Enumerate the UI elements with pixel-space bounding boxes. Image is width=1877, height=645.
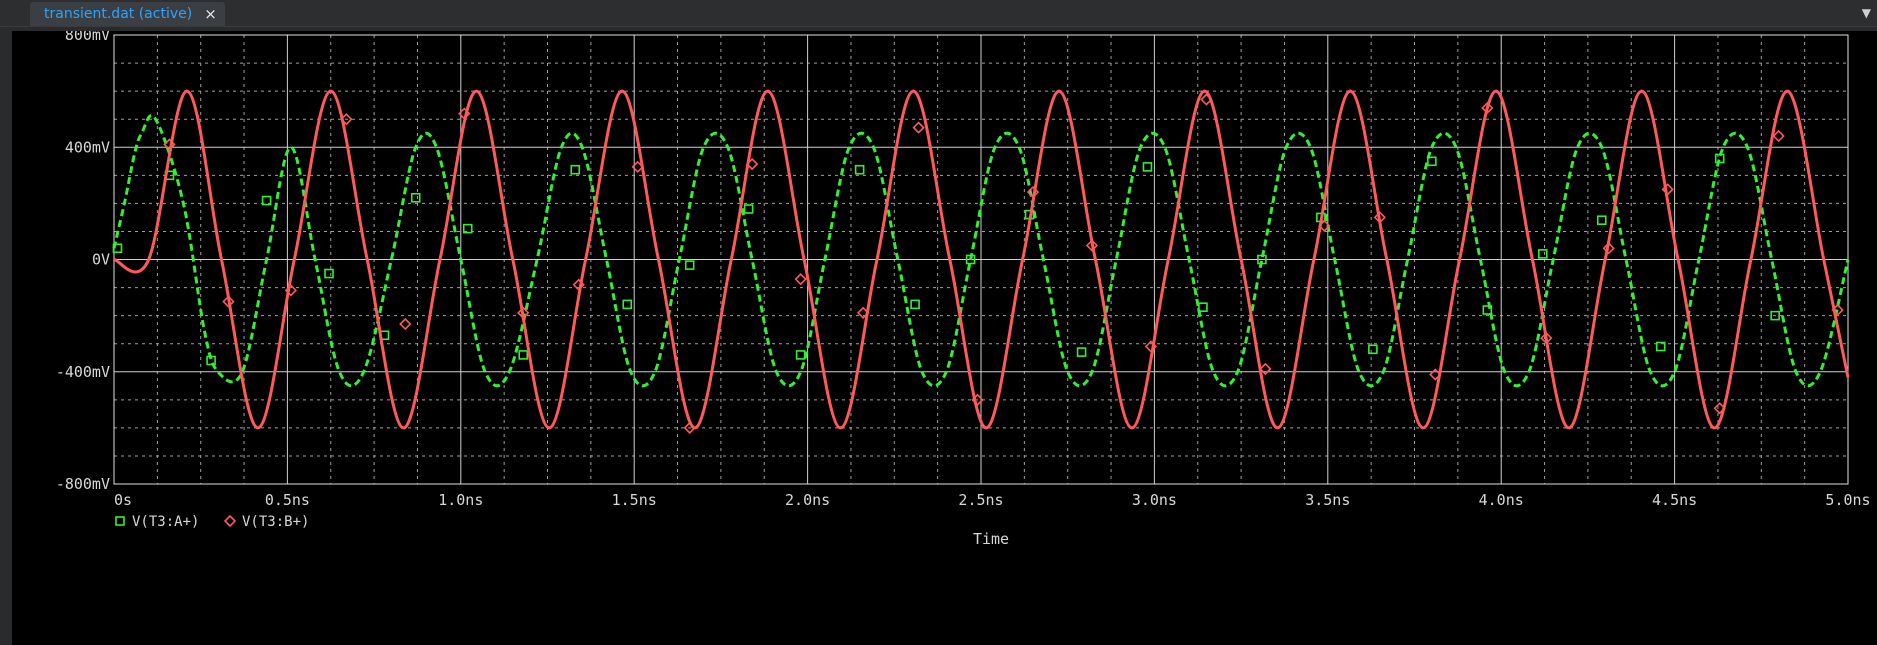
- series-marker-b: [399, 317, 412, 331]
- series-marker-a: [1076, 347, 1087, 357]
- x-tick-label: 1.0ns: [438, 491, 483, 509]
- tab-bar: transient.dat (active) × ▼: [0, 0, 1877, 27]
- series-marker-a: [410, 192, 421, 203]
- legend-marker-b: [223, 514, 237, 528]
- x-tick-label: 1.5ns: [612, 491, 657, 509]
- legend-marker-a: [115, 516, 125, 526]
- x-tick-label: 3.0ns: [1132, 491, 1177, 509]
- series-marker-a: [570, 164, 581, 175]
- series-marker-a: [743, 204, 754, 214]
- tab-transient-dat[interactable]: transient.dat (active) ×: [30, 2, 225, 26]
- series-marker-a: [1538, 249, 1548, 259]
- y-tick-label: -400mV: [56, 363, 110, 381]
- x-axis-label: Time: [973, 530, 1009, 548]
- series-marker-a: [684, 260, 695, 270]
- y-tick-label: 400mV: [65, 138, 110, 156]
- series-marker-a: [1427, 156, 1437, 167]
- x-tick-label: 3.5ns: [1305, 491, 1350, 509]
- close-icon[interactable]: ×: [204, 5, 217, 23]
- legend-label-b: V(T3:B+): [242, 514, 309, 530]
- series-marker-a: [1198, 302, 1208, 313]
- x-tick-label: 4.5ns: [1652, 491, 1697, 509]
- series-marker-a: [324, 268, 334, 279]
- series-marker-a: [1368, 344, 1378, 355]
- y-tick-label: 800mV: [65, 31, 110, 44]
- series-marker-b: [912, 121, 925, 134]
- waveform-chart: 800mV 400mV 0V -400mV -800mV0s 0.5ns 1.0ns 1.5n…: [56, 31, 1871, 548]
- x-tick-label: 2.0ns: [785, 491, 830, 509]
- series-marker-a: [854, 164, 865, 175]
- series-marker-b: [1772, 129, 1785, 143]
- x-tick-label: 4.0ns: [1479, 491, 1524, 509]
- series-marker-a: [622, 299, 633, 310]
- y-tick-label: -800mV: [56, 475, 110, 493]
- y-tick-label: 0V: [92, 251, 110, 269]
- x-tick-label: 0.5ns: [265, 491, 310, 509]
- tab-label[interactable]: transient.dat (active): [44, 6, 192, 22]
- x-tick-label: 5.0ns: [1825, 491, 1870, 509]
- series-marker-a: [910, 299, 920, 310]
- series-marker-a: [795, 350, 806, 360]
- plot-area: 800mV 400mV 0V -400mV -800mV 0s 0.5ns 1.0ns 1.5n…: [12, 31, 1877, 645]
- x-tick-label: 0s: [114, 491, 132, 509]
- x-tick-label: 2.5ns: [958, 491, 1003, 509]
- legend-label-a: V(T3:A+): [132, 514, 199, 530]
- series-marker-a: [1596, 215, 1607, 226]
- series-marker-a: [1142, 162, 1153, 172]
- series-marker-a: [518, 350, 529, 360]
- series-marker-b: [794, 273, 807, 286]
- chevron-down-icon[interactable]: ▼: [1862, 6, 1871, 20]
